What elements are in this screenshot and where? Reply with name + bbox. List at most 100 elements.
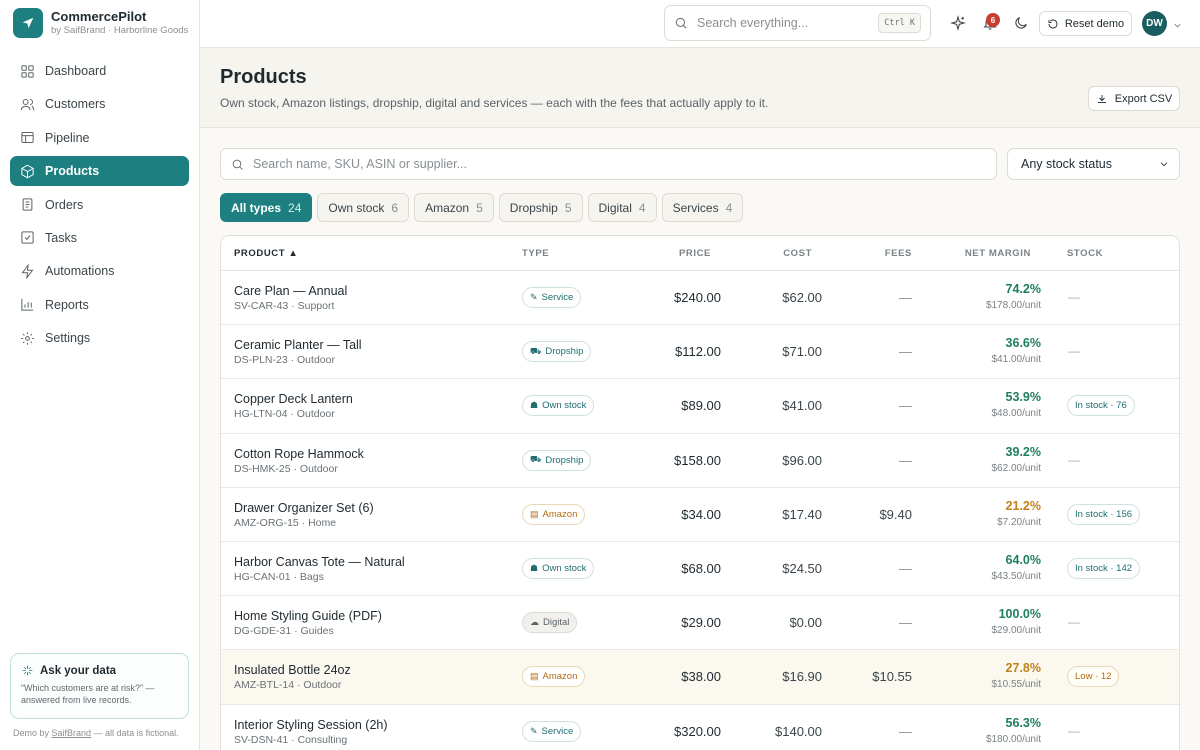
net-margin-percent: 39.2% [1005, 444, 1041, 459]
product-name[interactable]: Harbor Canvas Tote — Natural [234, 555, 405, 569]
notification-count-badge: 6 [986, 13, 1000, 27]
column-header-stock[interactable]: STOCK [1067, 248, 1103, 259]
type-badge: ✎ Service [522, 720, 582, 742]
chevron-down-icon[interactable] [1172, 18, 1183, 36]
cost-value: $41.00 [782, 398, 822, 414]
table-row[interactable]: Drawer Organizer Set (6) AMZ-ORG-15 · Hom… [221, 488, 1179, 542]
chip-services[interactable]: Services 4 [661, 193, 744, 222]
chip-all-types[interactable]: All types 24 [220, 193, 313, 222]
brand[interactable]: CommercePilot by SaifBrand · Harborline … [13, 8, 188, 38]
sidebar-item-dashboard[interactable]: Dashboard [10, 56, 189, 86]
table-row[interactable]: Copper Deck Lantern HG-LTN-04 · Outdoor ☗ O… [221, 379, 1179, 434]
type-label: Dropship [545, 346, 584, 358]
table-header: PRODUCT ▲ TYPE PRICE COST FEES NET MARGI… [221, 236, 1179, 271]
sidebar-item-orders[interactable]: Orders [10, 190, 189, 220]
price-value: $240.00 [674, 290, 721, 305]
product-name[interactable]: Copper Deck Lantern [234, 392, 353, 406]
stock-badge: In stock · 142 [1067, 557, 1141, 579]
product-sku: AMZ-ORG-15 · Home [234, 516, 337, 529]
table-row[interactable]: Care Plan — Annual SV-CAR-43 · Support ✎ Se… [221, 271, 1179, 326]
reset-icon [1048, 19, 1058, 28]
chip-own-stock[interactable]: Own stock 6 [317, 193, 410, 222]
brand-name: CommercePilot [51, 9, 147, 24]
chip-digital[interactable]: Digital 4 [587, 193, 657, 222]
ai-sparkle-button[interactable] [949, 14, 967, 32]
global-search-input[interactable]: Search everything... Ctrl K [664, 5, 931, 41]
ask-your-data-card[interactable]: Ask your data “Which customers are at ri… [10, 653, 189, 719]
reset-demo-button[interactable]: Reset demo [1039, 11, 1132, 36]
price-value: $29.00 [681, 615, 721, 631]
type-badge: ✎ Service [522, 287, 582, 308]
type-label: Service [541, 725, 574, 737]
chip-amazon[interactable]: Amazon 5 [414, 193, 494, 222]
chip-dropship[interactable]: Dropship 5 [498, 193, 583, 222]
product-name[interactable]: Ceramic Planter — Tall [234, 338, 362, 352]
stock-status-select[interactable]: Any stock status [1007, 148, 1180, 180]
dropship-type-icon: ⛟ [530, 454, 542, 465]
column-header-type[interactable]: TYPE [522, 248, 549, 259]
net-margin-per-unit: $180.00/unit [985, 733, 1041, 745]
chevron-down-icon [1160, 162, 1168, 167]
sidebar-item-tasks[interactable]: Tasks [10, 223, 189, 253]
table-row[interactable]: Cotton Rope Hammock DS-HMK-25 · Outdoor ⛟ D… [221, 434, 1179, 488]
column-header-price[interactable]: PRICE [679, 248, 711, 259]
product-name[interactable]: Home Styling Guide (PDF) [234, 609, 382, 623]
chip-count: 5 [476, 200, 483, 215]
net-margin-percent: 53.9% [1005, 390, 1041, 405]
net-margin-per-unit: $62.00/unit [991, 462, 1042, 474]
column-header-cost[interactable]: COST [783, 248, 812, 259]
product-name[interactable]: Cotton Rope Hammock [234, 447, 364, 461]
sidebar-item-reports[interactable]: Reports [10, 290, 189, 320]
page-subtitle: Own stock, Amazon listings, dropship, di… [220, 96, 769, 110]
table-row[interactable]: Interior Styling Session (2h) SV-DSN-41 ·… [221, 705, 1179, 750]
table-row[interactable]: Insulated Bottle 24oz AMZ-BTL-14 · Outdoo… [221, 650, 1179, 705]
demo-note-link[interactable]: SaifBrand [52, 728, 92, 738]
moon-icon [1015, 17, 1027, 29]
type-label: Own stock [542, 562, 587, 574]
type-badge: ☗ Own stock [522, 395, 595, 417]
product-name[interactable]: Drawer Organizer Set (6) [234, 501, 374, 515]
type-label: Amazon [542, 508, 578, 520]
chip-count: 4 [638, 200, 646, 215]
checkbox-icon [21, 231, 34, 245]
sidebar-item-pipeline[interactable]: Pipeline [10, 123, 189, 153]
theme-toggle-button[interactable] [1012, 14, 1030, 32]
sidebar-item-label: Pipeline [45, 130, 90, 145]
net-margin-per-unit: $10.55/unit [991, 679, 1042, 691]
service-type-icon: ✎ [530, 292, 538, 302]
amazon-type-icon: ▤ [530, 671, 539, 682]
sidebar-item-automations[interactable]: Automations [10, 256, 189, 286]
fees-value: — [899, 560, 912, 576]
sidebar-item-products[interactable]: Products [10, 156, 189, 187]
avatar[interactable]: DW [1142, 11, 1167, 36]
column-header-net-margin[interactable]: NET MARGIN [965, 248, 1031, 259]
column-header-fees[interactable]: FEES [885, 248, 912, 259]
sidebar-item-settings[interactable]: Settings [10, 323, 189, 353]
sidebar-item-customers[interactable]: Customers [10, 89, 189, 119]
sidebar: CommercePilot by SaifBrand · Harborline … [0, 0, 200, 750]
grid-icon [21, 64, 34, 78]
table-row[interactable]: Harbor Canvas Tote — Natural HG-CAN-01 · … [221, 542, 1179, 597]
chip-count: 6 [391, 200, 399, 215]
product-sku: DS-PLN-23 · Outdoor [234, 354, 335, 367]
product-name[interactable]: Care Plan — Annual [234, 284, 347, 298]
cost-value: $96.00 [782, 452, 822, 468]
export-csv-label: Export CSV [1114, 92, 1173, 105]
table-row[interactable]: Home Styling Guide (PDF) DG-GDE-31 · Guid… [221, 596, 1179, 651]
product-name[interactable]: Insulated Bottle 24oz [234, 663, 351, 677]
product-search-input[interactable]: Search name, SKU, ASIN or supplier... [220, 148, 997, 180]
net-margin-per-unit: $7.20/unit [997, 516, 1041, 528]
export-csv-button[interactable]: Export CSV [1088, 86, 1180, 111]
type-badge: ⛟ Dropship [522, 449, 592, 471]
amazon-type-icon: ▤ [530, 508, 539, 519]
column-header-product[interactable]: PRODUCT ▲ [234, 248, 298, 259]
stock-empty: — [1068, 344, 1080, 359]
table-row[interactable]: Ceramic Planter — Tall DS-PLN-23 · Outdoo… [221, 325, 1179, 380]
net-margin-per-unit: $41.00/unit [991, 354, 1042, 366]
type-label: Dropship [545, 454, 584, 466]
price-value: $34.00 [681, 506, 721, 522]
product-name[interactable]: Interior Styling Session (2h) [234, 718, 388, 732]
cost-value: $17.40 [782, 506, 822, 522]
download-icon [1097, 94, 1106, 103]
page-title: Products [220, 66, 307, 88]
